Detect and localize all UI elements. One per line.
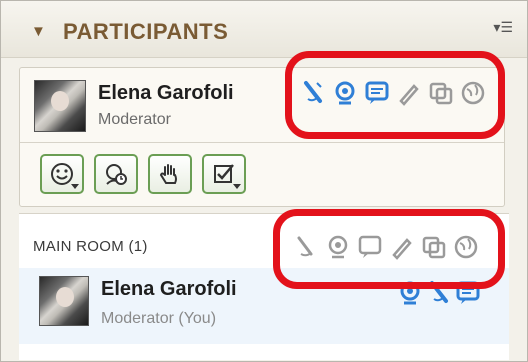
room-label: MAIN ROOM (1) bbox=[33, 238, 148, 255]
dropdown-arrow-icon bbox=[233, 184, 241, 189]
emoticon-button[interactable] bbox=[40, 154, 84, 194]
dropdown-arrow-icon bbox=[71, 184, 79, 189]
participant-role: Moderator (You) bbox=[101, 310, 217, 327]
tool-buttons bbox=[40, 154, 246, 194]
participants-panel: ▼ PARTICIPANTS ▾☰ Elena Garofoli Moderat… bbox=[0, 0, 528, 362]
highlight-oval-bottom bbox=[273, 209, 505, 289]
avatar bbox=[34, 80, 86, 132]
participant-role: Moderator bbox=[98, 111, 171, 128]
avatar bbox=[39, 276, 89, 326]
participant-name: Elena Garofoli bbox=[101, 278, 237, 300]
panel-title: PARTICIPANTS bbox=[63, 19, 229, 44]
timer-button[interactable] bbox=[94, 154, 138, 194]
participant-name: Elena Garofoli bbox=[98, 82, 234, 104]
collapse-triangle-icon[interactable]: ▼ bbox=[31, 23, 46, 40]
highlight-oval-top bbox=[285, 51, 505, 139]
list-menu-icon[interactable]: ▾☰ bbox=[493, 19, 513, 36]
checkbox-button[interactable] bbox=[202, 154, 246, 194]
panel-header: ▼ PARTICIPANTS ▾☰ bbox=[1, 1, 527, 58]
raise-hand-button[interactable] bbox=[148, 154, 192, 194]
card-divider bbox=[20, 142, 504, 143]
